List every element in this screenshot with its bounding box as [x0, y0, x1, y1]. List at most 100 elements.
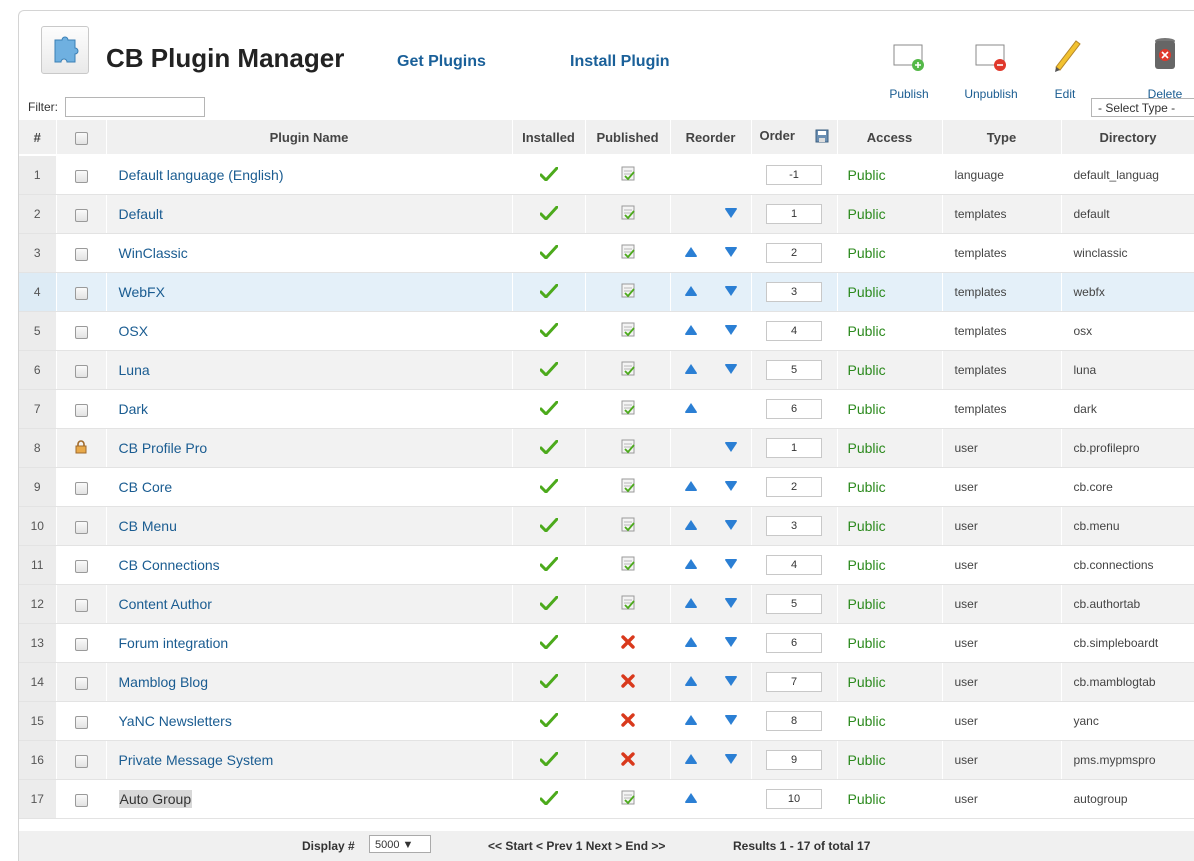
order-input[interactable]: -1 [766, 165, 822, 185]
published-cell[interactable] [585, 545, 671, 585]
install-plugin-link[interactable]: Install Plugin [570, 53, 670, 71]
move-up-icon[interactable] [684, 402, 698, 417]
move-up-icon[interactable] [684, 714, 698, 729]
pager-links[interactable]: << Start < Prev 1 Next > End >> [488, 839, 665, 853]
access-level[interactable]: Public [837, 701, 943, 741]
published-cell[interactable] [585, 194, 671, 234]
access-level[interactable]: Public [837, 155, 943, 195]
published-icon[interactable] [621, 790, 635, 808]
order-input[interactable]: 4 [766, 555, 822, 575]
row-checkbox[interactable] [74, 325, 88, 339]
move-up-icon[interactable] [684, 363, 698, 378]
move-up-icon[interactable] [684, 597, 698, 612]
move-up-icon[interactable] [684, 792, 698, 807]
published-cell[interactable] [585, 701, 671, 741]
published-cell[interactable] [585, 155, 671, 195]
move-down-icon[interactable] [724, 714, 738, 729]
plugin-name-link[interactable]: OSX [106, 311, 513, 351]
order-input[interactable]: 6 [766, 399, 822, 419]
type-select[interactable]: - Select Type - [1091, 98, 1194, 117]
row-checkbox[interactable] [74, 481, 88, 495]
published-icon[interactable] [621, 517, 635, 535]
access-level[interactable]: Public [837, 311, 943, 351]
unpublished-icon[interactable] [620, 751, 635, 769]
order-input[interactable]: 1 [766, 204, 822, 224]
col-plugin-name[interactable]: Plugin Name [106, 120, 513, 156]
order-input[interactable]: 10 [766, 789, 822, 809]
access-level[interactable]: Public [837, 428, 943, 468]
move-up-icon[interactable] [684, 636, 698, 651]
published-cell[interactable] [585, 467, 671, 507]
plugin-name-link[interactable]: Default [106, 194, 513, 234]
row-checkbox[interactable] [74, 403, 88, 417]
order-input[interactable]: 7 [766, 672, 822, 692]
row-checkbox[interactable] [74, 598, 88, 612]
row-checkbox[interactable] [74, 754, 88, 768]
order-input[interactable]: 6 [766, 633, 822, 653]
access-level[interactable]: Public [837, 350, 943, 390]
row-checkbox[interactable] [74, 286, 88, 300]
row-checkbox[interactable] [74, 715, 88, 729]
access-level[interactable]: Public [837, 389, 943, 429]
published-icon[interactable] [621, 400, 635, 418]
published-cell[interactable] [585, 389, 671, 429]
plugin-name-link[interactable]: CB Profile Pro [106, 428, 513, 468]
order-input[interactable]: 8 [766, 711, 822, 731]
order-input[interactable]: 5 [766, 594, 822, 614]
published-cell[interactable] [585, 272, 671, 312]
move-up-icon[interactable] [684, 558, 698, 573]
published-icon[interactable] [621, 439, 635, 457]
row-checkbox[interactable] [74, 208, 88, 222]
plugin-name-link[interactable]: WebFX [106, 272, 513, 312]
row-checkbox[interactable] [74, 364, 88, 378]
row-checkbox[interactable] [74, 793, 88, 807]
move-down-icon[interactable] [724, 558, 738, 573]
move-up-icon[interactable] [684, 285, 698, 300]
move-down-icon[interactable] [724, 519, 738, 534]
move-up-icon[interactable] [684, 480, 698, 495]
plugin-name-link[interactable]: Forum integration [106, 623, 513, 663]
published-icon[interactable] [621, 361, 635, 379]
row-checkbox[interactable] [74, 247, 88, 261]
plugin-name-link[interactable]: Mamblog Blog [106, 662, 513, 702]
row-checkbox[interactable] [74, 676, 88, 690]
plugin-name-link[interactable]: Private Message System [106, 740, 513, 780]
edit-button[interactable]: Edit [1043, 25, 1087, 101]
plugin-name-link[interactable]: Default language (English) [106, 155, 513, 195]
delete-button[interactable]: Delete [1137, 25, 1193, 101]
access-level[interactable]: Public [837, 584, 943, 624]
plugin-name-link[interactable]: Auto Group [106, 779, 513, 819]
plugin-name-link[interactable]: CB Core [106, 467, 513, 507]
access-level[interactable]: Public [837, 779, 943, 819]
publish-button[interactable]: Publish [881, 25, 937, 101]
move-up-icon[interactable] [684, 324, 698, 339]
move-down-icon[interactable] [724, 285, 738, 300]
published-cell[interactable] [585, 311, 671, 351]
published-icon[interactable] [621, 166, 635, 184]
published-cell[interactable] [585, 350, 671, 390]
plugin-name-link[interactable]: CB Menu [106, 506, 513, 546]
published-cell[interactable] [585, 779, 671, 819]
plugin-name-link[interactable]: Content Author [106, 584, 513, 624]
access-level[interactable]: Public [837, 272, 943, 312]
unpublished-icon[interactable] [620, 634, 635, 652]
plugin-name-link[interactable]: CB Connections [106, 545, 513, 585]
plugin-name-link[interactable]: WinClassic [106, 233, 513, 273]
access-level[interactable]: Public [837, 545, 943, 585]
move-up-icon[interactable] [684, 246, 698, 261]
access-level[interactable]: Public [837, 194, 943, 234]
access-level[interactable]: Public [837, 740, 943, 780]
plugin-name-link[interactable]: YaNC Newsletters [106, 701, 513, 741]
plugin-name-link[interactable]: Luna [106, 350, 513, 390]
access-level[interactable]: Public [837, 506, 943, 546]
published-cell[interactable] [585, 740, 671, 780]
unpublished-icon[interactable] [620, 673, 635, 691]
move-down-icon[interactable] [724, 753, 738, 768]
row-checkbox[interactable] [74, 169, 88, 183]
published-cell[interactable] [585, 233, 671, 273]
order-input[interactable]: 1 [766, 438, 822, 458]
select-all-checkbox[interactable] [74, 131, 88, 145]
plugin-name-link[interactable]: Dark [106, 389, 513, 429]
move-down-icon[interactable] [724, 324, 738, 339]
access-level[interactable]: Public [837, 233, 943, 273]
